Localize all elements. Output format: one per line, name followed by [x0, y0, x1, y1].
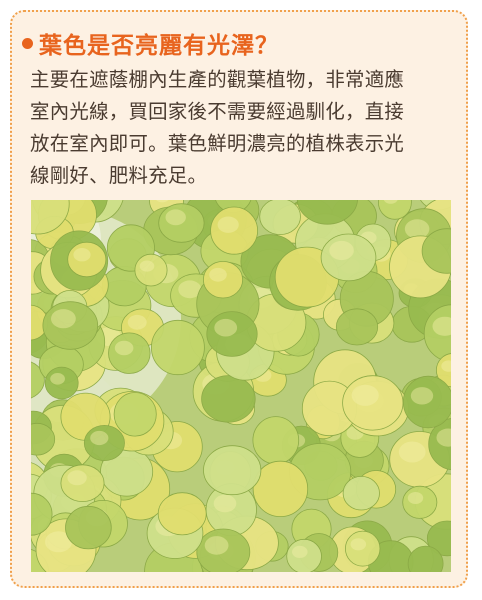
bullet-dot-icon — [22, 37, 33, 49]
body-paragraph: 主要在遮蔭棚內生產的觀葉植物，非常適應 室內光線，買回家後不需要經過馴化，直接 … — [30, 64, 450, 192]
heading-text: 葉色是否亮麗有光澤？ — [39, 33, 279, 59]
plant-photo — [31, 200, 451, 572]
body-line-1: 主要在遮蔭棚內生產的觀葉植物，非常適應 — [30, 68, 405, 91]
foliage-illustration — [31, 200, 451, 572]
section-heading: 葉色是否亮麗有光澤？ — [22, 26, 279, 60]
body-line-2: 室內光線，買回家後不需要經過馴化，直接 — [30, 100, 405, 123]
body-line-3: 放在室內即可。葉色鮮明濃亮的植株表示光 — [30, 132, 405, 155]
body-line-4: 線剛好、肥料充足。 — [30, 164, 208, 187]
